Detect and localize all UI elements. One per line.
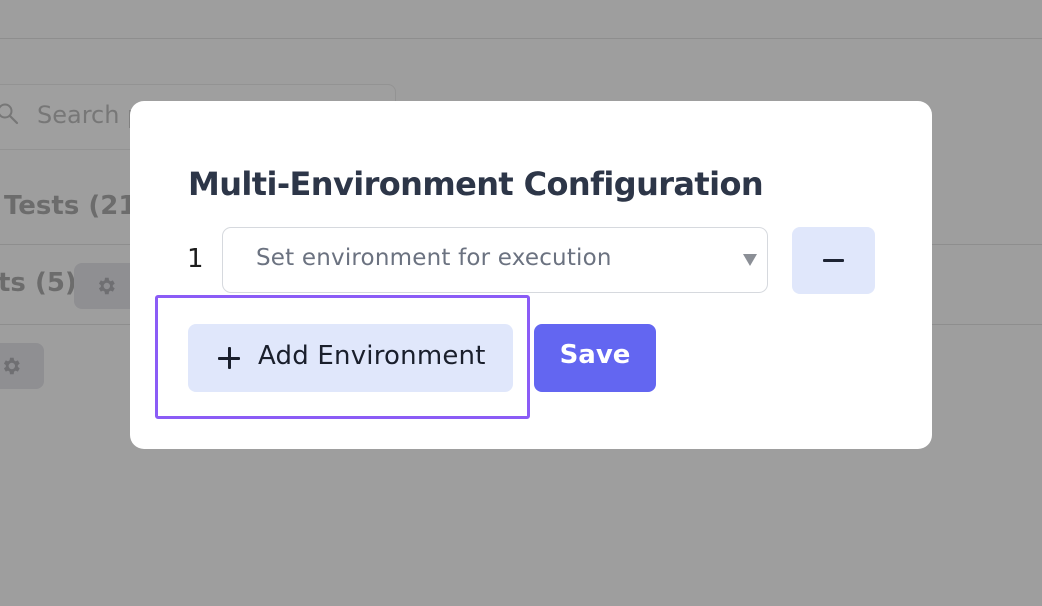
- multi-environment-modal: Multi-Environment Configuration 1 Set en…: [130, 101, 932, 449]
- plus-icon: [218, 347, 240, 369]
- environment-select-placeholder: Set environment for execution: [256, 245, 612, 271]
- save-button[interactable]: Save: [534, 324, 656, 392]
- add-environment-label: Add Environment: [258, 341, 486, 371]
- gear-icon: [98, 277, 115, 295]
- add-environment-button[interactable]: Add Environment: [188, 324, 513, 392]
- background-tab-partial: ts (5): [0, 268, 77, 298]
- gear-icon: [3, 357, 20, 375]
- caret-down-icon: [743, 254, 757, 266]
- environment-row-index: 1: [187, 244, 204, 274]
- remove-environment-button[interactable]: [792, 227, 875, 294]
- background-search-placeholder: Search p: [37, 101, 143, 129]
- search-icon: [0, 103, 19, 125]
- environment-select[interactable]: Set environment for execution: [222, 227, 768, 293]
- save-button-label: Save: [559, 340, 631, 370]
- modal-title: Multi-Environment Configuration: [188, 165, 764, 203]
- background-settings-button: [0, 343, 44, 389]
- background-tab-tests: Tests (21): [4, 191, 149, 221]
- top-divider: [0, 38, 1042, 39]
- minus-icon: [823, 259, 844, 262]
